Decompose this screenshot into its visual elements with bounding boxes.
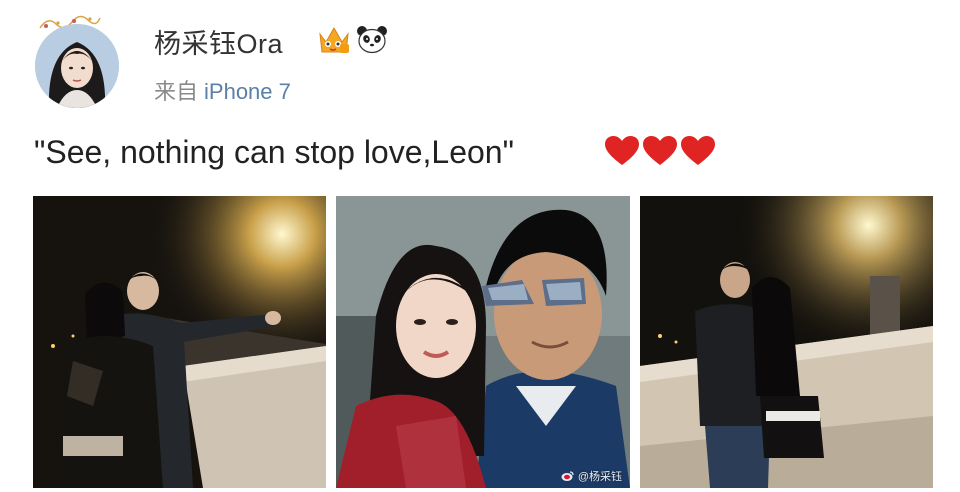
post-text: "See, nothing can stop love,Leon" <box>34 134 514 170</box>
panda-icon <box>357 26 387 54</box>
watermark-text: @杨采钰 <box>577 471 622 483</box>
post-photo-3[interactable] <box>640 196 933 488</box>
photo-watermark: @杨采钰 <box>561 468 622 484</box>
username[interactable]: 杨采钰Ora <box>154 22 283 61</box>
post-source: 来自 iPhone 7 <box>154 74 291 106</box>
source-device-link[interactable]: iPhone 7 <box>204 79 291 104</box>
crown-vip-icon <box>319 26 349 53</box>
avatar[interactable] <box>35 24 119 108</box>
red-hearts-icon <box>605 136 715 165</box>
source-prefix: 来自 <box>154 79 199 104</box>
post-photo-1[interactable] <box>33 196 326 488</box>
avatar-portrait <box>35 24 119 108</box>
weibo-logo-icon <box>561 471 574 481</box>
avatar-container[interactable] <box>30 14 126 108</box>
post-photo-2[interactable]: @杨采钰 <box>336 196 630 488</box>
